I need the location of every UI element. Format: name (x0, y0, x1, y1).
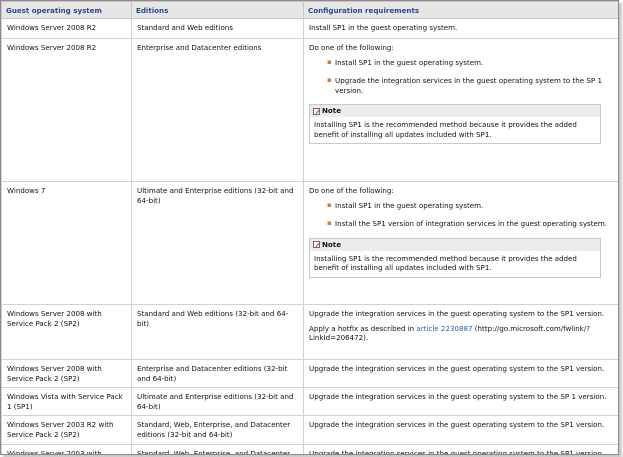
os-cell: Windows Server 2008 R2 (1, 38, 132, 182)
table-row: Windows Server 2003 R2 with Service Pack… (1, 415, 618, 446)
list-item: ▪ Install the SP1 version of integration … (327, 219, 608, 229)
requirement-cell: Do one of the following: ▪ Install SP1 in… (303, 181, 618, 305)
editions-cell: Ultimate and Enterprise editions (32-bit… (131, 181, 304, 305)
os-cell: Windows Server 2008 with Service Pack 2 … (1, 304, 132, 360)
article-link[interactable]: article 2230887 (416, 324, 472, 333)
editions-cell: Standard, Web, Enterprise, and Datacente… (131, 415, 304, 446)
requirement-text: Upgrade the integration services in the … (309, 309, 605, 318)
editions-cell: Standard and Web editions (32-bit and 64… (131, 304, 304, 360)
table-row: Windows Server 2003 with Service Pack 2 … (1, 444, 618, 454)
requirement-cell: Install SP1 in the guest operating syste… (303, 18, 618, 39)
note-box: Note Installing SP1 is the recommended m… (309, 104, 601, 145)
editions-cell: Standard, Web, Enterprise, and Datacente… (131, 444, 304, 454)
note-box: Note Installing SP1 is the recommended m… (309, 237, 601, 278)
table-row: Windows Server 2008 R2 Enterprise and Da… (1, 38, 618, 182)
os-cell: Windows Server 2003 with Service Pack 2 (1, 444, 132, 454)
requirement-cell: Upgrade the integration services in the … (303, 415, 618, 446)
square-bullet-icon: ▪ (327, 219, 332, 228)
note-header: Note (310, 105, 600, 118)
editions-cell: Ultimate and Enterprise editions (32-bit… (131, 387, 304, 417)
requirements-table-screenshot: Guest operating system Editions Configur… (0, 0, 619, 455)
note-icon (313, 107, 320, 115)
square-bullet-icon: ▪ (327, 76, 332, 85)
table-row: Windows 7 Ultimate and Enterprise editio… (1, 181, 618, 305)
os-cell: Windows Vista with Service Pack 1 (SP1) (1, 387, 132, 417)
header-guest-os: Guest operating system (1, 1, 132, 19)
requirement-intro: Do one of the following: (309, 186, 394, 195)
os-cell: Windows Server 2008 R2 (1, 18, 132, 39)
requirement-cell: Upgrade the integration services in the … (303, 358, 618, 389)
note-header: Note (310, 238, 600, 251)
note-text: Installing SP1 is the recommended method… (314, 120, 577, 139)
list-item: ▪ Upgrade the integration services in the… (327, 76, 602, 95)
list-item: ▪ Install SP1 in the guest operating syst… (327, 200, 484, 210)
requirement-intro: Do one of the following: (309, 43, 394, 52)
requirement-cell: Upgrade the integration services in the … (303, 387, 618, 417)
hotfix-text: Apply a hotfix as described in article 2… (309, 323, 591, 343)
table-header-row: Guest operating system Editions Configur… (1, 1, 618, 19)
square-bullet-icon: ▪ (327, 200, 332, 209)
table-row: Windows Server 2008 with Service Pack 2 … (1, 304, 618, 360)
header-configuration: Configuration requirements (303, 1, 618, 19)
requirement-cell: Upgrade the integration services in the … (303, 444, 618, 454)
list-item: ▪ Install SP1 in the guest operating syst… (327, 57, 484, 67)
requirement-list: ▪ Install SP1 in the guest operating syst… (309, 201, 613, 229)
requirement-cell: Do one of the following: ▪ Install SP1 in… (303, 38, 618, 182)
editions-cell: Standard and Web editions (131, 18, 304, 39)
os-cell: Windows 7 (1, 181, 132, 305)
header-editions: Editions (131, 1, 304, 19)
note-icon (313, 241, 320, 249)
editions-cell: Enterprise and Datacenter editions (32-b… (131, 358, 304, 389)
os-cell: Windows Server 2003 R2 with Service Pack… (1, 415, 132, 446)
table-row: Windows Server 2008 with Service Pack 2 … (1, 358, 618, 389)
requirements-table: Guest operating system Editions Configur… (1, 1, 618, 454)
os-cell: Windows Server 2008 with Service Pack 2 … (1, 358, 132, 389)
requirement-cell: Upgrade the integration services in the … (303, 304, 618, 360)
table-row: Windows Vista with Service Pack 1 (SP1) … (1, 387, 618, 417)
square-bullet-icon: ▪ (327, 57, 332, 66)
requirement-list: ▪ Install SP1 in the guest operating syst… (309, 58, 613, 96)
editions-cell: Enterprise and Datacenter editions (131, 38, 304, 182)
note-text: Installing SP1 is the recommended method… (314, 253, 577, 273)
table-row: Windows Server 2008 R2 Standard and Web … (1, 18, 618, 39)
